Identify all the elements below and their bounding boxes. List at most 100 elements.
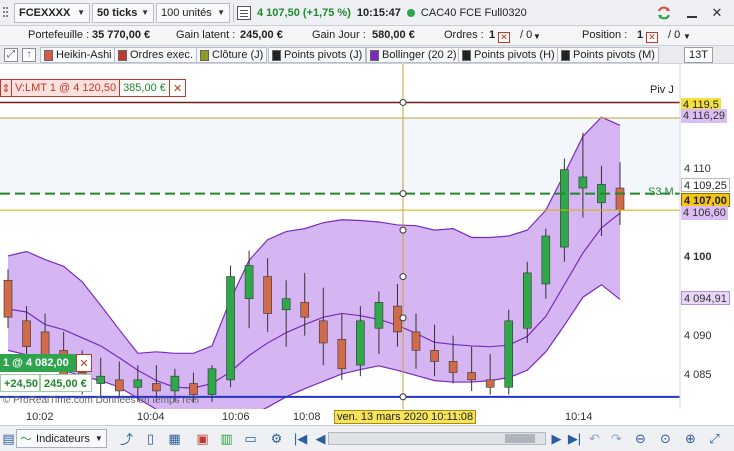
color-swatch-icon xyxy=(44,49,53,61)
scroll-right-icon[interactable]: ▶ xyxy=(548,430,565,447)
close-icon[interactable]: ✕ xyxy=(708,4,726,22)
chevron-down-icon[interactable]: ▼ xyxy=(683,32,691,41)
candle-body xyxy=(578,176,588,189)
tab-executed-orders[interactable]: Ordres exec. xyxy=(114,47,197,63)
zoom-reset-icon[interactable]: ⊙ xyxy=(657,430,674,447)
candle-body xyxy=(244,265,254,300)
last-price-tag: 4 107,00 xyxy=(681,193,730,207)
candle-body xyxy=(374,302,384,329)
time-tick-label: 10:04 xyxy=(137,411,165,423)
scrollbar-thumb[interactable] xyxy=(505,434,535,443)
scroll-last-icon[interactable]: ▶| xyxy=(566,430,583,447)
tab-bollinger[interactable]: Bollinger (20 2) xyxy=(366,47,461,63)
bollinger-lower-tag: 4 094,91 xyxy=(681,291,730,305)
candle-body xyxy=(411,331,421,351)
settings-icon[interactable]: ⚙ xyxy=(268,430,285,447)
refresh-icon[interactable] xyxy=(655,4,673,22)
layout-icon[interactable]: ▦ xyxy=(166,430,183,447)
position-label: 1 @ 4 082,00 xyxy=(0,354,76,372)
chevron-down-icon: ▼ xyxy=(217,8,225,17)
tab-label: Points pivots (M) xyxy=(573,49,655,61)
close-position-button[interactable]: ✕ xyxy=(644,30,658,43)
crosshair-marker xyxy=(399,314,407,322)
time-tick-label: 10:06 xyxy=(222,411,250,423)
latent-gain-value: 245,00 € xyxy=(240,29,283,41)
screen-icon[interactable]: ▭ xyxy=(242,430,259,447)
color-swatch-icon xyxy=(561,49,570,61)
bollinger-mid-tag: 4 106,60 xyxy=(681,206,728,220)
arrow-up-icon[interactable]: ↑ xyxy=(22,48,36,62)
position-total: / 0 xyxy=(668,29,681,41)
crosshair-marker xyxy=(399,393,407,401)
minimize-icon[interactable] xyxy=(683,4,701,22)
top-toolbar: FCEXXXX ▼ 50 ticks ▼ 100 unités ▼ 4 107,… xyxy=(0,0,734,26)
chevron-down-icon: ▼ xyxy=(141,8,149,17)
period-badge[interactable]: 13T xyxy=(684,47,713,63)
crosshair-time-label: ven. 13 mars 2020 10:11:08 xyxy=(334,410,477,424)
candle-body xyxy=(560,169,569,248)
tab-pivot-points-daily[interactable]: Points pivots (J) xyxy=(268,47,367,63)
candle-body xyxy=(226,276,235,381)
candle-body xyxy=(263,276,272,314)
fit-screen-icon[interactable]: ⤢ xyxy=(706,430,723,447)
chevron-down-icon: ▼ xyxy=(94,434,103,443)
pending-order[interactable]: ⇕ V:LMT 1 @ 4 120,50 385,00 € ✕ xyxy=(0,79,187,97)
color-swatch-icon xyxy=(370,49,379,61)
redo-icon[interactable]: ↷ xyxy=(608,430,625,447)
cancel-orders-button[interactable]: ✕ xyxy=(496,30,510,43)
drag-handle-icon[interactable] xyxy=(0,3,12,23)
candle-body xyxy=(152,383,161,392)
close-position-icon[interactable]: ✕ xyxy=(76,354,92,372)
mobile-icon[interactable]: ▯ xyxy=(142,430,159,447)
orders-list-icon[interactable]: ▣ xyxy=(194,430,211,447)
expand-icon[interactable]: ⤢ xyxy=(4,48,18,62)
instrument-select[interactable]: FCEXXXX ▼ xyxy=(14,2,90,23)
indicators-label: Indicateurs xyxy=(36,432,90,445)
chart-canvas[interactable] xyxy=(0,64,734,409)
bottom-toolbar: ▤ 〜 Indicateurs ▼ ⤴ ▯ ▦ ▣ ▥ ▭ ⚙ |◀ ◀ ▶ ▶… xyxy=(0,425,734,451)
candle-body xyxy=(300,302,310,318)
pivot-line-label: Piv J xyxy=(650,84,674,96)
open-position[interactable]: 1 @ 4 082,00 ✕ +24,50 245,00 € xyxy=(0,354,92,394)
tab-pivot-points-monthly[interactable]: Points pivots (M) xyxy=(557,47,659,63)
trade-icon[interactable]: ▥ xyxy=(218,430,235,447)
drag-order-icon[interactable]: ⇕ xyxy=(0,79,12,97)
ticks-select[interactable]: 50 ticks ▼ xyxy=(92,2,154,23)
indicators-button[interactable]: 〜 Indicateurs ▼ xyxy=(16,429,107,448)
tab-heikin-ashi[interactable]: Heikin-Ashi xyxy=(40,47,116,63)
chart-scrollbar[interactable] xyxy=(328,432,546,445)
cancel-order-button[interactable]: ✕ xyxy=(169,79,187,97)
grid-icon[interactable] xyxy=(237,5,251,20)
crosshair-marker xyxy=(399,273,407,281)
position-points: +24,50 xyxy=(0,374,40,392)
latent-gain-label: Gain latent : xyxy=(176,29,236,41)
price-tick-label: 4 100 xyxy=(684,251,712,263)
connection-status-icon xyxy=(406,8,415,17)
candle-body xyxy=(448,361,458,373)
drawing-tools-icon[interactable]: ▤ xyxy=(0,430,17,447)
share-icon[interactable]: ⤴ xyxy=(118,430,135,447)
color-swatch-icon xyxy=(118,49,127,61)
candle-body xyxy=(356,320,365,366)
time-tick-label: 10:08 xyxy=(293,411,321,423)
tab-label: Ordres exec. xyxy=(130,49,193,61)
last-price-change: 4 107,50 (+1,75 %) xyxy=(257,6,351,19)
color-swatch-icon xyxy=(272,49,281,61)
candle-body xyxy=(170,375,180,392)
candle-body xyxy=(318,320,328,344)
chevron-down-icon[interactable]: ▼ xyxy=(533,32,541,41)
scroll-left-icon[interactable]: ◀ xyxy=(312,430,329,447)
units-label: 100 unités xyxy=(161,6,212,19)
units-select[interactable]: 100 unités ▼ xyxy=(156,2,230,23)
undo-icon[interactable]: ↶ xyxy=(586,430,603,447)
zoom-in-icon[interactable]: ⊕ xyxy=(682,430,699,447)
crosshair-marker xyxy=(399,98,407,106)
tab-close-daily[interactable]: Clôture (J) xyxy=(196,47,268,63)
tab-pivot-points-hourly[interactable]: Points pivots (H) xyxy=(458,47,559,63)
price-tick-label: 4 110 xyxy=(684,163,711,175)
candle-body xyxy=(207,368,217,395)
price-chart[interactable]: Piv J S3 M 4 115 4 110 4 100 4 090 4 085… xyxy=(0,64,734,409)
orders-count: 1 xyxy=(489,29,496,41)
zoom-out-icon[interactable]: ⊖ xyxy=(632,430,649,447)
scroll-first-icon[interactable]: |◀ xyxy=(292,430,309,447)
